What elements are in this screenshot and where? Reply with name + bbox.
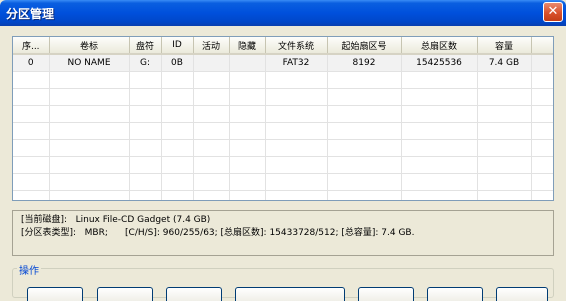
close-button[interactable]: ✕ <box>543 2 563 22</box>
column-header-start-sector[interactable]: 起始扇区号 <box>327 37 402 55</box>
title-bar: 分区管理 ✕ <box>0 0 566 26</box>
table-row <box>13 122 553 140</box>
partition-table-type-info: [分区表类型]: MBR; [C/H/S]: 960/255/63; [总扇区数… <box>21 228 415 238</box>
column-header-capacity[interactable]: 容量 <box>477 37 532 55</box>
current-disk-info: [当前磁盘]: Linux File-CD Gadget (7.4 GB) <box>21 215 211 225</box>
table-header: 序... 卷标 盘符 ID 活动 隐藏 文件系统 起始扇区号 总扇区数 容量 <box>13 37 553 55</box>
operations-group: 操作 <box>12 262 554 301</box>
operations-group-label: 操作 <box>17 262 41 277</box>
cell-hidden <box>229 54 266 72</box>
operation-button-3[interactable] <box>166 287 222 301</box>
column-header-drive[interactable]: 盘符 <box>129 37 162 55</box>
table-row <box>13 190 553 200</box>
column-header-hidden[interactable]: 隐藏 <box>229 37 266 55</box>
window-title: 分区管理 <box>6 7 55 21</box>
table-row[interactable]: 0 NO NAME G: 0B FAT32 8192 15425536 7.4 … <box>13 54 553 72</box>
operation-button-6[interactable] <box>427 287 483 301</box>
cell-filler <box>531 54 553 72</box>
operation-button-5[interactable] <box>358 287 414 301</box>
partition-table[interactable]: 序... 卷标 盘符 ID 活动 隐藏 文件系统 起始扇区号 总扇区数 容量 0… <box>12 36 554 201</box>
column-header-filesystem[interactable]: 文件系统 <box>265 37 328 55</box>
cell-filesystem: FAT32 <box>265 54 328 72</box>
cell-total-sectors: 15425536 <box>401 54 478 72</box>
cell-id: 0B <box>161 54 194 72</box>
close-icon: ✕ <box>547 4 559 19</box>
table-row <box>13 173 553 191</box>
operation-button-4[interactable] <box>235 287 345 301</box>
disk-info-panel: [当前磁盘]: Linux File-CD Gadget (7.4 GB) [分… <box>12 210 554 256</box>
cell-start-sector: 8192 <box>327 54 402 72</box>
operation-button-1[interactable] <box>27 287 83 301</box>
column-header-id[interactable]: ID <box>161 37 194 55</box>
cell-drive: G: <box>129 54 162 72</box>
table-row <box>13 156 553 174</box>
cell-capacity: 7.4 GB <box>477 54 532 72</box>
cell-label: NO NAME <box>49 54 130 72</box>
cell-active <box>193 54 230 72</box>
column-header-filler <box>531 37 553 55</box>
operation-button-2[interactable] <box>97 287 153 301</box>
table-row <box>13 71 553 89</box>
column-header-total-sectors[interactable]: 总扇区数 <box>401 37 478 55</box>
table-row <box>13 105 553 123</box>
table-row <box>13 88 553 106</box>
column-header-label[interactable]: 卷标 <box>49 37 130 55</box>
column-header-active[interactable]: 活动 <box>193 37 230 55</box>
cell-index: 0 <box>13 54 50 72</box>
column-header-index[interactable]: 序... <box>13 37 50 55</box>
table-row <box>13 139 553 157</box>
operation-button-7[interactable] <box>496 287 548 301</box>
